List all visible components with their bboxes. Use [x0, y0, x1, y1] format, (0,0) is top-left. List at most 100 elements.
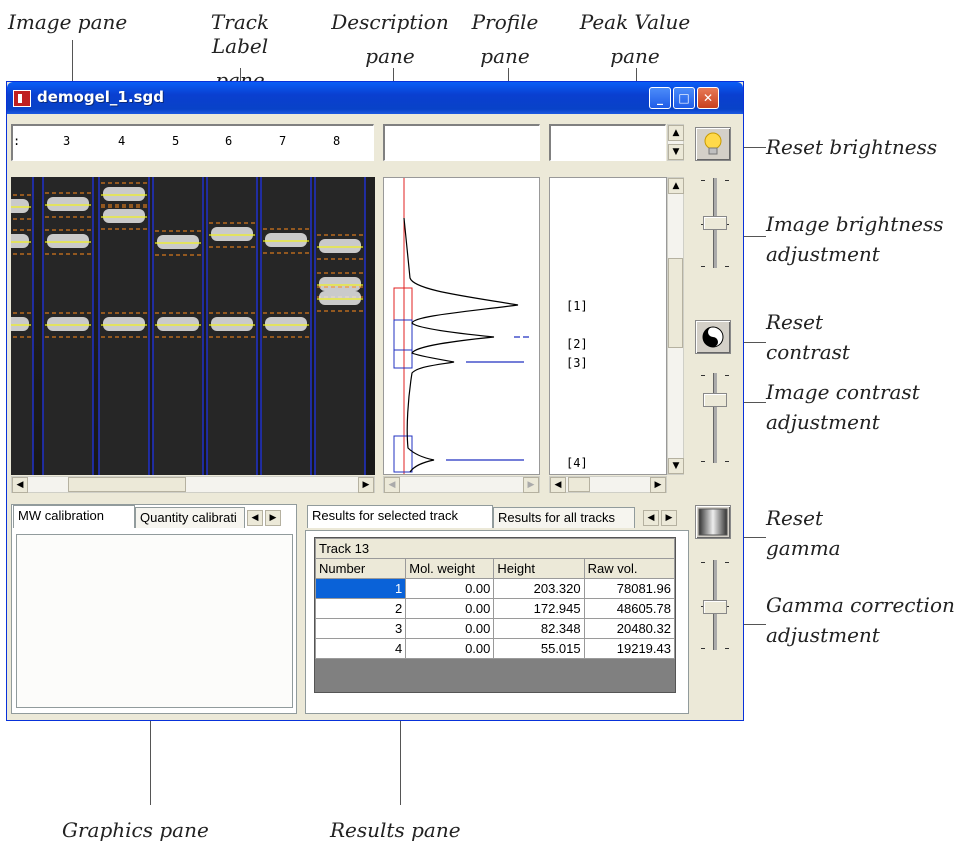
reset-contrast-button[interactable] [695, 320, 731, 354]
slider-tick [725, 266, 729, 267]
image-horizontal-scrollbar[interactable]: ◀ ▶ [11, 476, 375, 493]
scroll-thumb[interactable] [568, 477, 590, 492]
cell-mol-weight[interactable]: 0.00 [405, 578, 495, 599]
table-row[interactable]: 1 0.00 203.320 78081.96 [314, 578, 676, 599]
window-title: demogel_1.sgd [37, 88, 164, 106]
profile-horizontal-scrollbar[interactable]: ◀ ▶ [383, 476, 540, 493]
graphics-tab-strip: MW calibration Quantity calibrati ◀ ▶ [13, 505, 301, 531]
minimize-button[interactable]: _ [649, 87, 671, 109]
track-label-pane[interactable]: : 3 4 5 6 7 8 [11, 124, 374, 161]
cell-raw-vol[interactable]: 78081.96 [583, 578, 676, 599]
tab-scroll-left-button[interactable]: ◀ [643, 510, 659, 526]
column-header[interactable]: Raw vol. [583, 558, 676, 579]
label-vertical-scrollbar[interactable]: ▲ ▼ [667, 124, 684, 161]
gel-image [11, 177, 375, 475]
cell-height[interactable]: 55.015 [493, 638, 585, 659]
slider-knob[interactable] [703, 216, 727, 230]
maximize-button[interactable]: □ [673, 87, 695, 109]
scroll-left-button[interactable]: ◀ [550, 477, 566, 493]
gamma-slider[interactable] [695, 554, 735, 654]
tab-scroll-left-button[interactable]: ◀ [247, 510, 263, 526]
gel-image-pane[interactable] [11, 177, 375, 475]
peak-label: [3] [566, 356, 588, 370]
cell-mol-weight[interactable]: 0.00 [405, 638, 495, 659]
scroll-right-button[interactable]: ▶ [650, 477, 666, 493]
close-button[interactable]: ✕ [697, 87, 719, 109]
callout-description-pane: Description pane [330, 10, 450, 68]
peak-value-pane[interactable]: [1] [2] [3] [4] [549, 177, 667, 475]
table-row[interactable]: 2 0.00 172.945 48605.78 [314, 598, 676, 619]
brightness-slider[interactable] [695, 172, 735, 272]
graphics-canvas[interactable] [16, 534, 293, 708]
tab-quantity-calibration[interactable]: Quantity calibrati [135, 507, 245, 528]
cell-mol-weight[interactable]: 0.00 [405, 618, 495, 639]
cell-mol-weight[interactable]: 0.00 [405, 598, 495, 619]
tab-scroll-right-button[interactable]: ▶ [661, 510, 677, 526]
profile-pane[interactable] [383, 177, 540, 475]
reset-brightness-button[interactable] [695, 127, 731, 161]
peak-label: [1] [566, 299, 588, 313]
scroll-thumb[interactable] [668, 258, 683, 348]
scroll-left-button[interactable]: ◀ [384, 477, 400, 493]
track-label: 6 [225, 134, 233, 148]
title-bar[interactable]: demogel_1.sgd _ □ ✕ [7, 82, 743, 114]
scroll-up-button[interactable]: ▲ [668, 178, 684, 194]
gel-lane [42, 177, 94, 475]
scroll-down-button[interactable]: ▼ [668, 458, 684, 474]
callout-image-contrast-line1: Image contrast [766, 380, 920, 404]
description-pane[interactable] [383, 124, 540, 161]
cell-height[interactable]: 82.348 [493, 618, 585, 639]
cell-height[interactable]: 203.320 [493, 578, 585, 599]
grid-title-row: Track 13 [315, 538, 675, 559]
grid-header-row: Number Mol. weight Height Raw vol. [314, 558, 676, 579]
column-header[interactable]: Height [493, 558, 585, 579]
cell-raw-vol[interactable]: 20480.32 [583, 618, 676, 639]
table-row[interactable]: 3 0.00 82.348 20480.32 [314, 618, 676, 639]
peak-label: [2] [566, 337, 588, 351]
cell-raw-vol[interactable]: 48605.78 [583, 598, 676, 619]
callout-results-pane: Results pane [330, 818, 461, 842]
track-label: 7 [279, 134, 287, 148]
table-row[interactable]: 4 0.00 55.015 19219.43 [314, 638, 676, 659]
scroll-up-button[interactable]: ▲ [668, 125, 684, 141]
adjustment-column [693, 124, 739, 714]
peak-vertical-scrollbar[interactable]: ▲ ▼ [667, 177, 684, 475]
cell-raw-vol[interactable]: 19219.43 [583, 638, 676, 659]
slider-tick [725, 375, 729, 376]
app-icon [13, 90, 31, 107]
tab-scroll-right-button[interactable]: ▶ [265, 510, 281, 526]
callout-peak-value-line1: Peak Value [579, 10, 691, 34]
cell-height[interactable]: 172.945 [493, 598, 585, 619]
slider-tick [701, 562, 705, 563]
cell-number[interactable]: 2 [314, 598, 407, 619]
tab-results-selected-track[interactable]: Results for selected track [307, 505, 493, 528]
column-header[interactable]: Number [314, 558, 407, 579]
callout-gamma-correction: Gamma correction adjustment [766, 593, 955, 647]
tab-results-all-tracks[interactable]: Results for all tracks [493, 507, 635, 528]
slider-knob[interactable] [703, 600, 727, 614]
slider-tick [701, 180, 705, 181]
scroll-right-button[interactable]: ▶ [523, 477, 539, 493]
slider-tick [725, 648, 729, 649]
peak-horizontal-scrollbar[interactable]: ◀ ▶ [549, 476, 667, 493]
contrast-slider[interactable] [695, 367, 735, 467]
cell-number[interactable]: 4 [314, 638, 407, 659]
scroll-right-button[interactable]: ▶ [358, 477, 374, 493]
callout-image-contrast: Image contrast adjustment [766, 380, 920, 434]
column-header[interactable]: Mol. weight [405, 558, 495, 579]
slider-knob[interactable] [703, 393, 727, 407]
peak-label: [4] [566, 456, 588, 470]
tab-mw-calibration[interactable]: MW calibration [13, 505, 135, 528]
scroll-left-button[interactable]: ◀ [12, 477, 28, 493]
cell-number[interactable]: 3 [314, 618, 407, 639]
reset-gamma-button[interactable] [695, 505, 731, 539]
gel-lane [260, 177, 312, 475]
scroll-down-button[interactable]: ▼ [668, 144, 684, 160]
cell-number[interactable]: 1 [314, 578, 407, 599]
callout-image-brightness: Image brightness adjustment [766, 212, 944, 266]
track-label: 3 [63, 134, 71, 148]
callout-image-pane: Image pane [8, 10, 128, 34]
scroll-thumb[interactable] [68, 477, 186, 492]
slider-track [713, 373, 717, 463]
results-grid[interactable]: Track 13 Number Mol. weight Height Raw v… [314, 537, 676, 693]
